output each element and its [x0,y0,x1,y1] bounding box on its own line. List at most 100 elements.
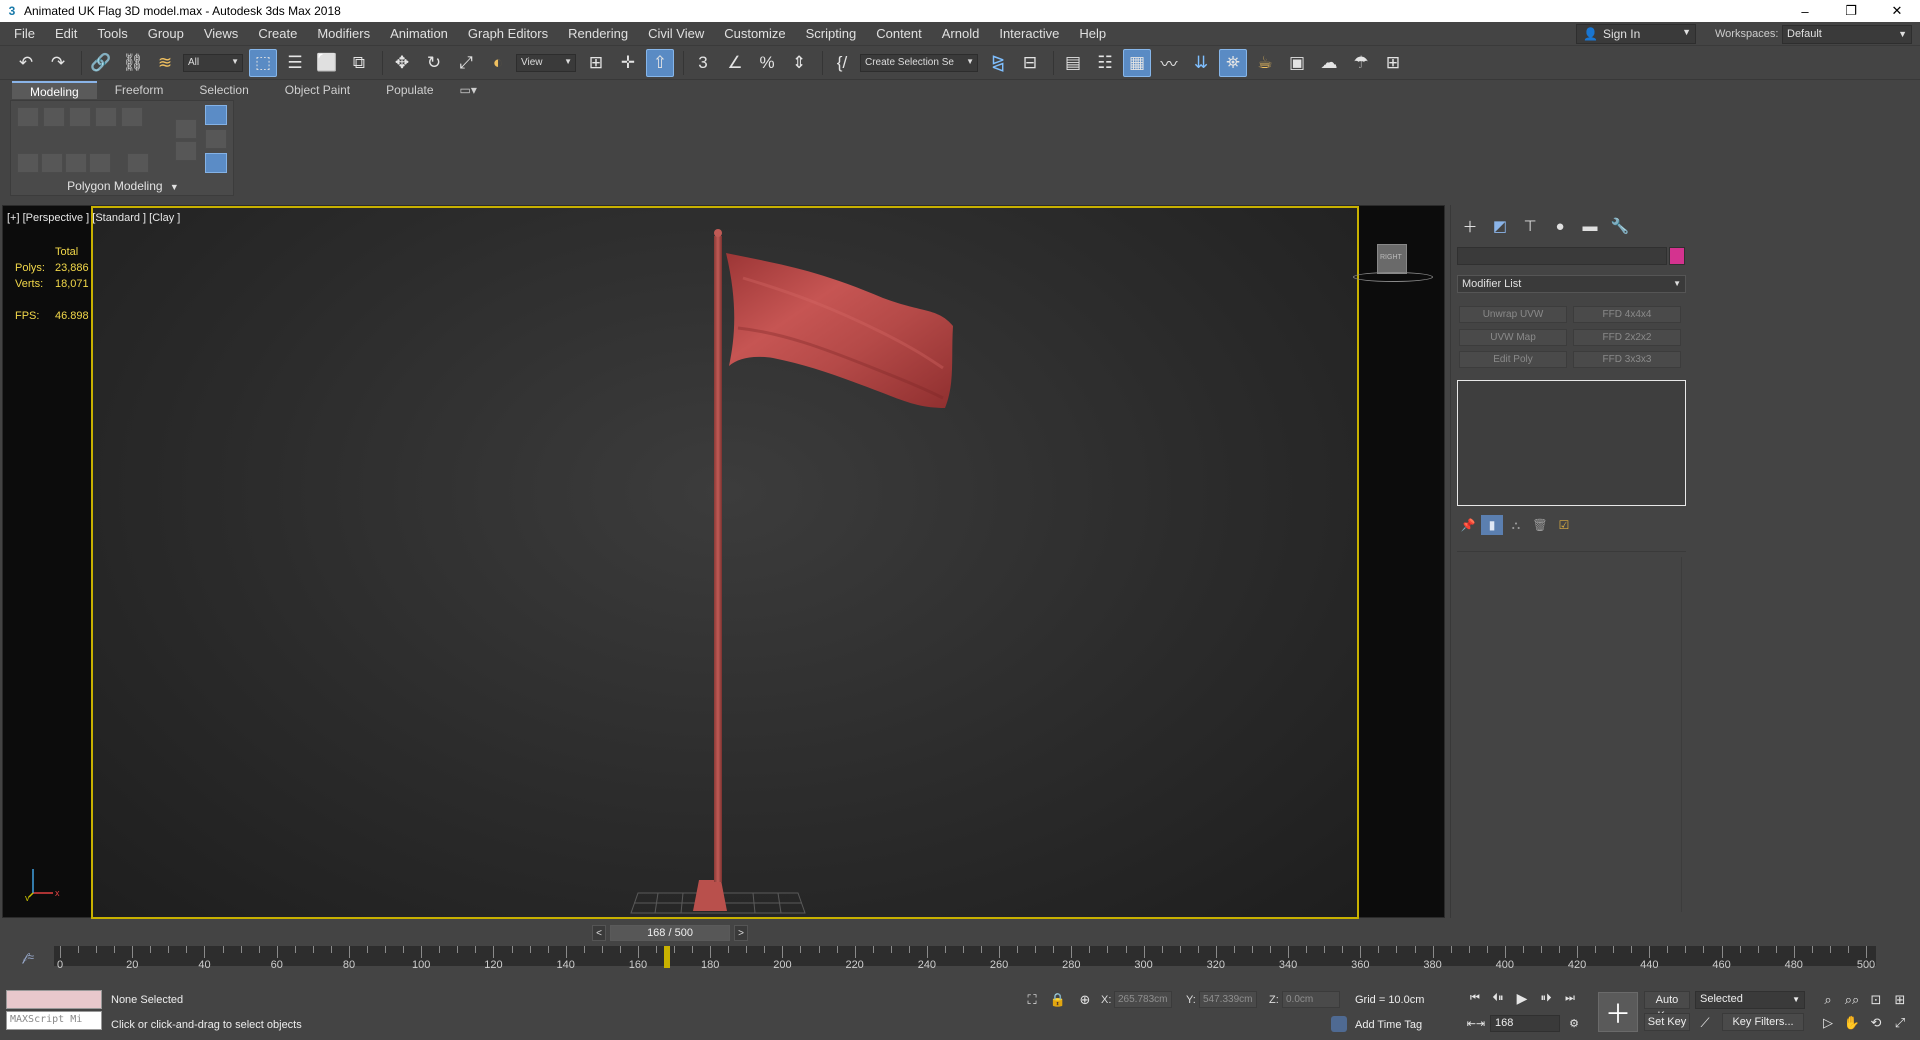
ribbon-options-icon[interactable]: ▭▾ [452,81,485,99]
time-configuration-icon[interactable]: ⚙ [1564,1014,1584,1032]
utilities-tab-icon[interactable]: 🔧 [1605,215,1635,237]
menu-rendering[interactable]: Rendering [558,26,638,41]
menu-arnold[interactable]: Arnold [932,26,990,41]
schematic-view-icon[interactable]: ⇊ [1187,49,1215,77]
select-object-icon[interactable]: ⬚ [249,48,277,77]
render-in-cloud-icon[interactable]: ⊞ [1379,49,1407,77]
menu-customize[interactable]: Customize [714,26,795,41]
spinner-snap-icon[interactable]: ⇕ [785,49,813,77]
polygon-mode-icon[interactable] [95,107,117,127]
edit-named-selection-icon[interactable]: {/ [828,49,856,77]
set-key-button[interactable]: Set Key [1644,1013,1690,1031]
close-button[interactable]: ✕ [1874,0,1920,22]
pan-icon[interactable]: ✋ [1842,1014,1862,1032]
ffd-2x2x2-button[interactable]: FFD 2x2x2 [1573,329,1681,346]
scale-icon[interactable]: ⤢ [452,49,480,77]
field-of-view-icon[interactable]: ▷ [1818,1014,1838,1032]
absolute-mode-icon[interactable]: ⊕ [1075,991,1095,1009]
bind-space-warp-icon[interactable]: ≋ [151,49,179,77]
material-editor-icon[interactable]: ⛯ [1219,48,1247,77]
viewport-label-menu[interactable]: [+] [Perspective ] [Standard ] [Clay ] [7,212,180,224]
key-filters-button[interactable]: Key Filters... [1722,1013,1804,1031]
menu-modifiers[interactable]: Modifiers [307,26,380,41]
reference-coordinate-dropdown[interactable]: View ▼ [516,53,576,72]
selection-filter-dropdown[interactable]: All ▼ [183,53,243,72]
border-mode-icon[interactable] [69,107,91,127]
tab-object-paint[interactable]: Object Paint [267,81,368,99]
rendered-frame-window-icon[interactable]: ▣ [1283,49,1311,77]
menu-help[interactable]: Help [1069,26,1116,41]
show-end-result-icon[interactable]: ▮ [1481,515,1503,535]
current-frame-field[interactable]: 168 [1490,1015,1560,1032]
unlink-icon[interactable]: ⛓ [119,49,147,77]
previous-frame-arrow[interactable]: < [592,925,606,941]
zoom-extents-all-icon[interactable]: ⊞ [1890,991,1910,1009]
frame-ruler[interactable]: 0 20 40 60 80 100 120 140 160 180 200 220 240 260 280 3… [54,946,1876,971]
shrink-icon[interactable] [41,153,63,173]
ribbon-toggle-icon[interactable]: ▦ [1123,48,1151,77]
menu-content[interactable]: Content [866,26,932,41]
next-frame-icon[interactable]: ⏸⏵ [1536,989,1556,1007]
undo-icon[interactable]: ↶ [12,49,40,77]
default-tangents-icon[interactable]: ⟋ [1695,1014,1715,1032]
auto-key-button[interactable]: Auto Key [1644,991,1690,1022]
maxscript-mini-listener[interactable]: MAXScript Mi [6,1011,102,1030]
restore-button[interactable]: ❐ [1828,0,1874,22]
tab-freeform[interactable]: Freeform [97,81,182,99]
track-bar[interactable]: 0 20 40 60 80 100 120 140 160 180 200 220 240 260 280 3… [54,946,1876,978]
display-tab-icon[interactable]: ▬ [1575,215,1605,237]
key-mode-toggle-icon[interactable]: ⇤⇥ [1466,1014,1486,1032]
menu-tools[interactable]: Tools [87,26,137,41]
menu-views[interactable]: Views [194,26,248,41]
layer-explorer-icon[interactable]: ☷ [1091,49,1119,77]
edit-poly-button[interactable]: Edit Poly [1459,351,1567,368]
y-coordinate-field[interactable]: 547.339cm [1199,991,1257,1008]
configure-modifier-sets-icon[interactable]: ☑ [1553,515,1575,535]
show-end-result-icon[interactable] [205,105,227,125]
3dsmax-app-icon[interactable]: 3 [4,3,20,19]
menu-create[interactable]: Create [248,26,307,41]
menu-animation[interactable]: Animation [380,26,458,41]
previous-modifier-icon[interactable] [175,141,197,161]
next-frame-arrow[interactable]: > [734,925,748,941]
element-mode-icon[interactable] [121,107,143,127]
rotate-icon[interactable]: ↻ [420,49,448,77]
menu-interactive[interactable]: Interactive [989,26,1069,41]
grow-icon[interactable] [17,153,39,173]
angle-snap-icon[interactable]: ∠ [721,49,749,77]
preserve-uvs-icon[interactable] [127,153,149,173]
loop-icon[interactable] [89,153,111,173]
pin-stack-icon[interactable] [205,153,227,173]
named-selection-dropdown[interactable]: Create Selection Se ▼ [860,53,978,72]
link-icon[interactable]: 🔗 [87,49,115,77]
select-by-name-icon[interactable]: ☰ [281,49,309,77]
make-unique-icon[interactable]: ⛬ [1505,515,1527,535]
orbit-icon[interactable]: ⟲ [1866,1014,1886,1032]
modifier-stack[interactable] [1457,380,1686,506]
edge-mode-icon[interactable] [43,107,65,127]
percent-snap-icon[interactable]: % [753,49,781,77]
menu-file[interactable]: File [0,26,45,41]
rectangular-selection-icon[interactable]: ⬜ [313,49,341,77]
pivot-center-icon[interactable]: ⊞ [582,49,610,77]
z-coordinate-field[interactable]: 0.0cm [1282,991,1340,1008]
object-name-field[interactable] [1457,247,1667,265]
mini-curve-editor-icon[interactable]: 𝒻≈ [22,950,34,965]
render-production-icon[interactable]: ☁ [1315,49,1343,77]
set-keys-big-button[interactable]: ＋ [1598,992,1638,1032]
window-crossing-icon[interactable]: ⧉ [345,49,373,77]
maximize-viewport-icon[interactable]: ⤢ [1890,1014,1910,1032]
hierarchy-tab-icon[interactable]: ⊤ [1515,215,1545,237]
render-iterative-icon[interactable]: ☂ [1347,49,1375,77]
isolate-selection-icon[interactable]: ⛶ [1022,991,1042,1009]
play-icon[interactable]: ▶ [1512,989,1532,1007]
uvw-map-button[interactable]: UVW Map [1459,329,1567,346]
curve-editor-icon[interactable]: 〰 [1155,49,1183,77]
move-icon[interactable]: ✥ [388,49,416,77]
ffd-3x3x3-button[interactable]: FFD 3x3x3 [1573,351,1681,368]
time-tag-icon[interactable] [1331,1016,1347,1032]
go-to-end-icon[interactable]: ⏭ [1560,989,1580,1007]
keyboard-shortcut-override-icon[interactable]: ⇧ [646,48,674,77]
polygon-modeling-dropdown[interactable]: Polygon Modeling ▼ [11,179,235,193]
modify-mode-icon[interactable] [175,119,197,139]
